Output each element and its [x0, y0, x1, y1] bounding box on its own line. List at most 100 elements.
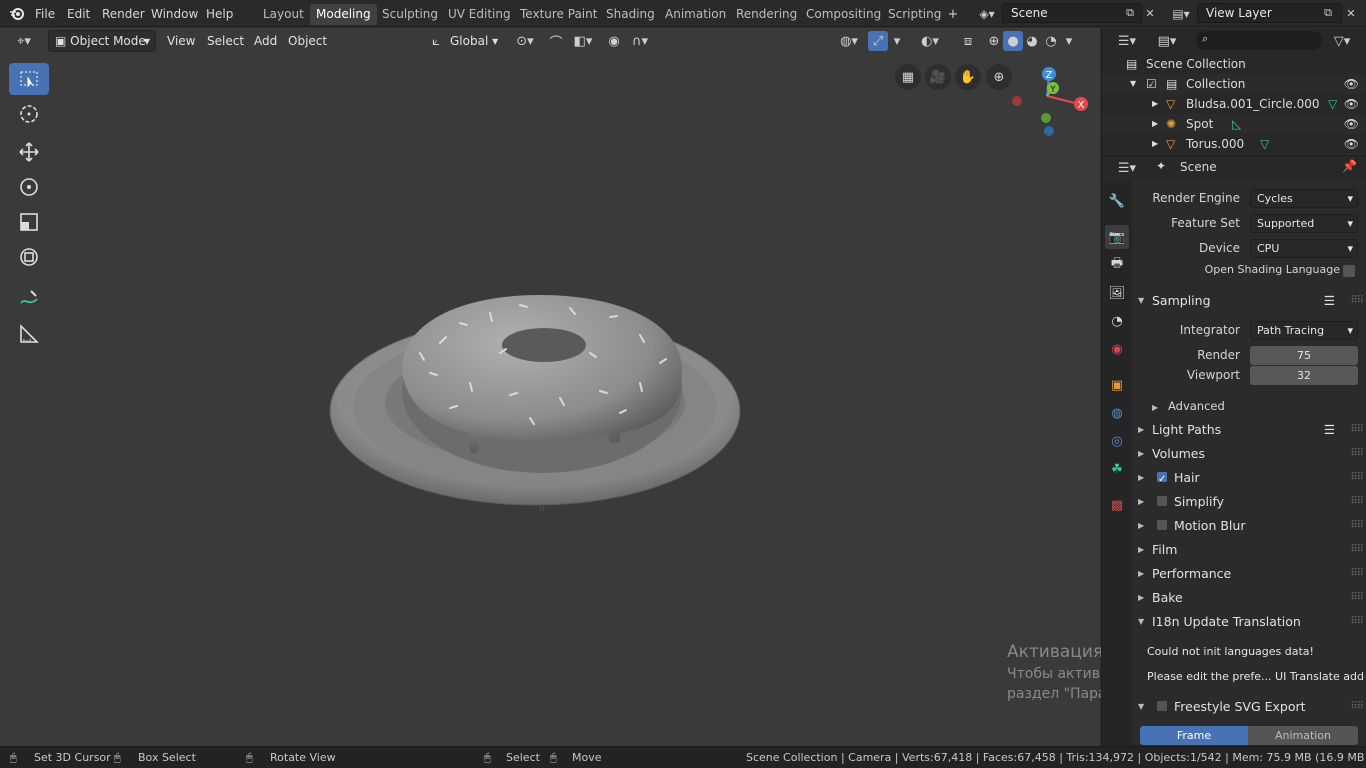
frame-button[interactable]: Frame: [1140, 726, 1248, 745]
snap-target-icon[interactable]: ◧▾: [568, 31, 598, 51]
film-panel-header[interactable]: ▶ Film ⠿⠿: [1132, 538, 1366, 561]
tool-tab-icon[interactable]: 🔧: [1105, 189, 1129, 213]
add-workspace-icon[interactable]: +: [944, 5, 962, 23]
presets-list-icon[interactable]: ☰: [1324, 418, 1335, 441]
transform-orientation-dropdown[interactable]: Global ▾: [444, 30, 504, 52]
viewport-samples-field[interactable]: 32: [1250, 366, 1358, 385]
copy-view-layer-icon[interactable]: ⧉: [1320, 5, 1336, 21]
outliner-row-scene-collection[interactable]: ▤ Scene Collection: [1102, 54, 1366, 74]
scene-name-field[interactable]: Scene: [1002, 3, 1142, 23]
copy-scene-icon[interactable]: ⧉: [1122, 5, 1138, 21]
bake-panel-header[interactable]: ▶ Bake ⠿⠿: [1132, 586, 1366, 609]
tab-animation[interactable]: Animation: [659, 4, 732, 25]
annotate-tool[interactable]: [9, 282, 49, 314]
xray-icon[interactable]: ⧈: [958, 31, 978, 51]
device-dropdown[interactable]: CPU ▾: [1250, 239, 1358, 258]
menu-select[interactable]: Select: [201, 30, 250, 52]
drag-handle-icon[interactable]: ⠿⠿: [1350, 466, 1364, 489]
visibility-icon[interactable]: ◍▾: [835, 31, 863, 51]
expand-arrow-icon[interactable]: ▶: [1152, 94, 1158, 114]
volumes-panel-header[interactable]: ▶ Volumes ⠿⠿: [1132, 442, 1366, 465]
select-box-tool[interactable]: [9, 63, 49, 95]
overlays-icon[interactable]: ◐▾: [914, 31, 946, 51]
falloff-icon[interactable]: ∩▾: [626, 31, 654, 51]
display-mode-icon[interactable]: ▤▾: [1152, 31, 1182, 51]
motion-blur-panel-header[interactable]: ▶ Motion Blur ⠿⠿: [1132, 514, 1366, 537]
shading-dropdown-icon[interactable]: ▾: [1062, 31, 1076, 51]
drag-handle-icon[interactable]: ⠿⠿: [1350, 289, 1364, 312]
filter-icon[interactable]: ▽▾: [1328, 31, 1356, 51]
advanced-subpanel-header[interactable]: ▶ Advanced: [1152, 396, 1352, 416]
hair-panel-header[interactable]: ▶ Hair ⠿⠿: [1132, 466, 1366, 491]
render-tab-icon[interactable]: 📷: [1105, 225, 1129, 249]
menu-render[interactable]: Render: [102, 5, 145, 23]
pan-hand-icon[interactable]: ✋: [955, 64, 981, 90]
scale-tool[interactable]: [9, 206, 49, 238]
transform-tool[interactable]: [9, 241, 49, 273]
drag-handle-icon[interactable]: ⠿⠿: [1350, 695, 1364, 718]
i18n-panel-header[interactable]: ▼ I18n Update Translation ⠿⠿: [1132, 610, 1366, 633]
tab-texture-paint[interactable]: Texture Paint: [514, 4, 603, 25]
drag-handle-icon[interactable]: ⠿⠿: [1350, 442, 1364, 465]
donut-model[interactable]: 0: [320, 283, 750, 513]
tab-shading[interactable]: Shading: [600, 4, 661, 25]
gizmo-dropdown-icon[interactable]: ▾: [890, 31, 904, 51]
simplify-panel-header[interactable]: ▶ Simplify ⠿⠿: [1132, 490, 1366, 513]
texture-tab-icon[interactable]: ▩: [1105, 493, 1129, 517]
eye-icon[interactable]: 👁: [1344, 74, 1359, 94]
editor-type-icon[interactable]: ⌖▾: [8, 31, 40, 51]
drag-handle-icon[interactable]: ⠿⠿: [1350, 490, 1364, 513]
motion-blur-checkbox[interactable]: [1156, 519, 1168, 531]
gizmo-neg-z-icon[interactable]: [1044, 126, 1054, 136]
menu-help[interactable]: Help: [206, 5, 233, 23]
osl-checkbox[interactable]: [1343, 265, 1355, 277]
menu-window[interactable]: Window: [151, 5, 198, 23]
outliner-row-collection[interactable]: ▼ ☑ ▤ Collection 👁: [1102, 74, 1366, 94]
tab-modeling[interactable]: Modeling: [310, 4, 377, 25]
performance-panel-header[interactable]: ▶ Performance ⠿⠿: [1132, 562, 1366, 585]
outliner-row-object[interactable]: ▶ ▽ Torus.000 ▽ 👁: [1102, 134, 1366, 154]
menu-object[interactable]: Object: [282, 30, 333, 52]
tab-compositing[interactable]: Compositing: [800, 4, 887, 25]
proportional-edit-icon[interactable]: ◉: [604, 31, 624, 51]
object-data-tab-icon[interactable]: ☘: [1105, 457, 1129, 481]
scene-tab-icon[interactable]: ◔: [1105, 309, 1129, 333]
view-layer-tab-icon[interactable]: 🖼: [1105, 281, 1129, 305]
pin-icon[interactable]: 📌: [1342, 159, 1357, 173]
simplify-checkbox[interactable]: [1156, 495, 1168, 507]
drag-handle-icon[interactable]: ⠿⠿: [1350, 586, 1364, 609]
camera-view-icon[interactable]: 🎥: [925, 64, 951, 90]
light-paths-panel-header[interactable]: ▶ Light Paths ☰ ⠿⠿: [1132, 418, 1366, 441]
drag-handle-icon[interactable]: ⠿⠿: [1350, 610, 1364, 633]
hair-checkbox[interactable]: [1156, 468, 1168, 491]
shading-rendered-icon[interactable]: ◔: [1041, 31, 1061, 51]
outliner-row-object[interactable]: ▶ ✺ Spot ◺ 👁: [1102, 114, 1366, 134]
gizmo-neg-x-icon[interactable]: [1012, 96, 1022, 106]
eye-icon[interactable]: 👁: [1344, 134, 1359, 154]
shading-solid-icon[interactable]: ●: [1003, 31, 1023, 51]
menu-add[interactable]: Add: [248, 30, 283, 52]
render-samples-field[interactable]: 75: [1250, 346, 1358, 365]
menu-edit[interactable]: Edit: [67, 5, 90, 23]
render-engine-dropdown[interactable]: Cycles ▾: [1250, 189, 1358, 208]
close-view-layer-icon[interactable]: ✕: [1343, 5, 1359, 21]
menu-view[interactable]: View: [161, 30, 201, 52]
tab-sculpting[interactable]: Sculpting: [376, 4, 444, 25]
expand-arrow-icon[interactable]: ▶: [1152, 134, 1158, 154]
3d-viewport[interactable]: ⌖▾ ▣ Object Mode ▾ View Select Add Objec…: [0, 28, 1328, 746]
expand-arrow-icon[interactable]: ▼: [1130, 74, 1136, 94]
blender-logo-icon[interactable]: [8, 5, 26, 23]
move-tool[interactable]: [9, 136, 49, 168]
properties-editor-type-icon[interactable]: ☰▾: [1112, 158, 1142, 178]
scene-icon[interactable]: ◈▾: [973, 4, 1001, 24]
view-layer-icon[interactable]: ▤▾: [1167, 4, 1195, 24]
freestyle-panel-header[interactable]: ▼ Freestyle SVG Export ⠿⠿: [1132, 695, 1366, 718]
world-tab-icon[interactable]: ◉: [1105, 337, 1129, 361]
close-scene-icon[interactable]: ✕: [1142, 5, 1158, 21]
drag-handle-icon[interactable]: ⠿⠿: [1350, 418, 1364, 441]
tab-scripting[interactable]: Scripting: [882, 4, 947, 25]
modifier-tab-icon[interactable]: ◍: [1105, 401, 1129, 425]
physics-tab-icon[interactable]: ◎: [1105, 429, 1129, 453]
animation-button[interactable]: Animation: [1248, 726, 1358, 745]
navigation-gizmo[interactable]: Z Y X: [1005, 64, 1095, 136]
